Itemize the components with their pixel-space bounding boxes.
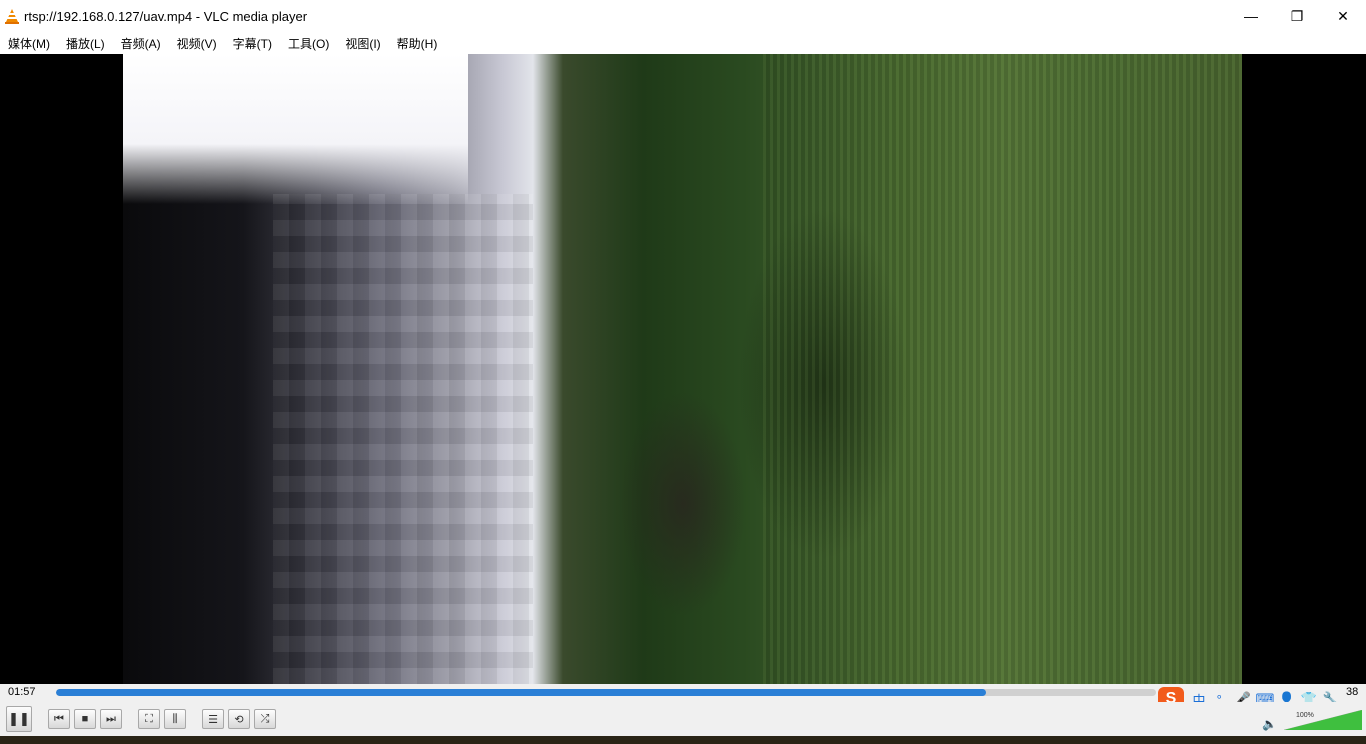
menu-media[interactable]: 媒体(M) (0, 35, 58, 52)
shuffle-button[interactable]: ⤮ (254, 709, 276, 729)
restore-button[interactable]: ❐ (1274, 0, 1320, 32)
fullscreen-button[interactable]: ⛶ (138, 709, 160, 729)
seek-bar[interactable] (56, 689, 1156, 696)
previous-button[interactable]: ⏮ (48, 709, 70, 729)
video-grass-region (763, 54, 1242, 684)
volume-level-text: 100% (1296, 712, 1314, 719)
video-display[interactable] (0, 54, 1366, 684)
control-bar: ❚❚ ⏮ ■ ⏭ ⛶ ⫼ ☰ ⟲ ⤮ 🔈 100% (0, 702, 1366, 736)
window-title: rtsp://192.168.0.127/uav.mp4 - VLC media… (24, 8, 308, 24)
close-button[interactable]: ✕ (1320, 0, 1366, 32)
menu-playback[interactable]: 播放(L) (58, 35, 113, 52)
total-time[interactable]: 38 (1346, 686, 1358, 698)
menu-tools[interactable]: 工具(O) (280, 35, 337, 52)
loop-button[interactable]: ⟲ (228, 709, 250, 729)
seek-bar-fill (56, 689, 986, 696)
menu-bar: 媒体(M) 播放(L) 音频(A) 视频(V) 字幕(T) 工具(O) 视图(I… (0, 32, 1366, 55)
menu-help[interactable]: 帮助(H) (389, 35, 446, 52)
vlc-cone-icon (5, 9, 19, 24)
playlist-button[interactable]: ☰ (202, 709, 224, 729)
taskbar-strip (0, 736, 1366, 744)
stop-button[interactable]: ■ (74, 709, 96, 729)
next-button[interactable]: ⏭ (100, 709, 122, 729)
pause-button[interactable]: ❚❚ (6, 706, 32, 732)
title-bar: rtsp://192.168.0.127/uav.mp4 - VLC media… (0, 0, 1366, 32)
menu-video[interactable]: 视频(V) (169, 35, 225, 52)
video-sky-region (123, 54, 468, 204)
speaker-icon[interactable]: 🔈 (1262, 717, 1278, 733)
video-frame (123, 54, 1242, 684)
menu-audio[interactable]: 音频(A) (113, 35, 169, 52)
elapsed-time[interactable]: 01:57 (8, 686, 36, 698)
video-artifact-region (273, 194, 533, 684)
menu-subtitle[interactable]: 字幕(T) (225, 35, 280, 52)
extended-settings-button[interactable]: ⫼ (164, 709, 186, 729)
minimize-button[interactable]: — (1228, 0, 1274, 32)
menu-view[interactable]: 视图(I) (337, 35, 388, 52)
